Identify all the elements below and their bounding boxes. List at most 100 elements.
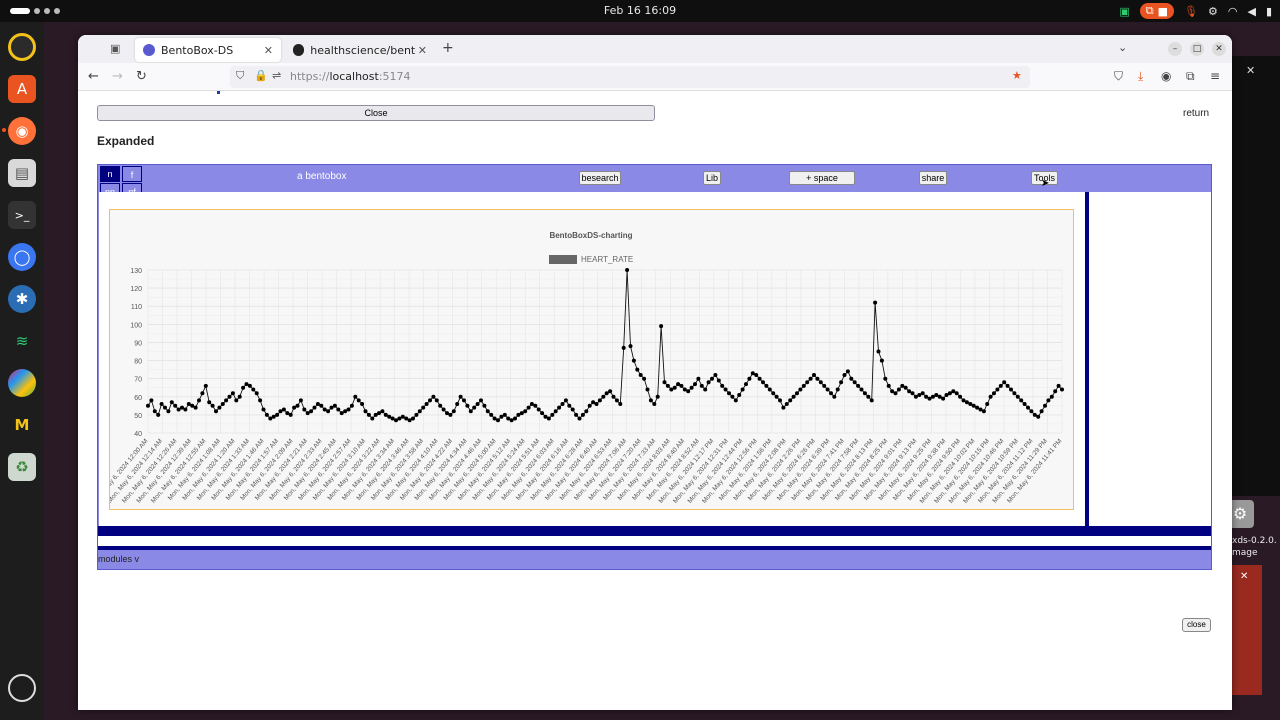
data-point <box>244 382 249 387</box>
show-apps-icon[interactable] <box>8 674 36 702</box>
app-indicator-icon[interactable]: ▣ <box>1119 5 1129 18</box>
tab-bentobox[interactable]: BentoBox-DS ✕ <box>135 38 281 62</box>
trash-icon[interactable]: ♻ <box>8 453 36 481</box>
app-green-icon[interactable]: ≋ <box>8 327 36 355</box>
account-icon[interactable]: ◉ <box>1161 69 1171 83</box>
bookmark-star-icon[interactable]: ★ <box>1012 69 1022 82</box>
y-tick-label: 70 <box>134 377 142 384</box>
data-point <box>1049 394 1054 399</box>
data-point <box>710 376 714 381</box>
data-point <box>380 409 385 414</box>
data-point <box>492 416 497 421</box>
terminal-icon[interactable]: >_ <box>8 201 36 229</box>
modules-toggle[interactable]: modules v <box>98 554 139 564</box>
close-button[interactable]: Close <box>97 105 655 121</box>
data-point <box>740 387 745 392</box>
menu-icon[interactable]: ≡ <box>1210 69 1220 83</box>
back-icon[interactable]: ← <box>88 69 99 84</box>
tab-overview-icon[interactable]: ▣ <box>110 42 120 55</box>
bentobox-title: a bentobox <box>297 171 347 182</box>
data-point <box>920 391 925 396</box>
data-point <box>146 403 150 408</box>
forward-icon[interactable]: → <box>112 69 123 84</box>
data-point <box>536 407 541 412</box>
data-point <box>852 380 857 385</box>
data-point <box>638 373 643 377</box>
slack-icon[interactable] <box>8 369 36 397</box>
data-point <box>978 407 983 412</box>
data-point <box>580 412 585 417</box>
data-point <box>533 403 538 408</box>
close-icon[interactable]: ✕ <box>1240 571 1248 582</box>
files-icon[interactable]: ▤ <box>8 159 36 187</box>
vscode-icon[interactable]: ✱ <box>8 285 36 313</box>
close-small-button[interactable]: close <box>1182 618 1211 632</box>
rhythmbox-icon[interactable] <box>8 33 36 61</box>
downloads-icon[interactable]: ⤓ <box>1138 69 1143 84</box>
network-icon[interactable]: ⚙ <box>1208 5 1218 18</box>
data-point <box>781 405 786 410</box>
list-tabs-icon[interactable]: ⌄ <box>1118 41 1127 54</box>
close-icon[interactable]: ✕ <box>1246 64 1255 77</box>
app-center-icon[interactable]: A <box>8 75 36 103</box>
close-window-icon[interactable]: ✕ <box>1212 42 1226 56</box>
data-point <box>917 393 922 397</box>
battery-icon[interactable]: ▮ <box>1266 5 1272 18</box>
data-point <box>686 389 691 394</box>
grid-button-f[interactable]: f <box>122 166 142 182</box>
scrolled-content-edge <box>217 91 220 94</box>
firefox-window: ▣ BentoBox-DS ✕ healthscience/bentoboxd … <box>78 35 1232 710</box>
data-point <box>1022 402 1027 406</box>
share-button[interactable]: share <box>919 171 947 185</box>
reload-icon[interactable]: ↻ <box>136 69 147 84</box>
close-tab-icon[interactable]: ✕ <box>264 44 273 57</box>
volume-icon[interactable]: ◀ <box>1247 5 1255 18</box>
data-point <box>757 376 762 381</box>
address-bar[interactable]: ⛉ 🔒 ⇌ https://localhost:5174 ★ <box>230 66 1030 88</box>
microphone-icon[interactable]: 🎙 <box>1184 5 1198 18</box>
permissions-icon[interactable]: ⇌ <box>272 69 281 82</box>
data-point <box>315 402 320 406</box>
data-point <box>190 403 195 408</box>
system-tray[interactable]: ▣ ⧉ ■ 🎙 ⚙ ◠ ◀ ▮ <box>1119 3 1272 19</box>
wifi-icon[interactable]: ◠ <box>1228 5 1238 18</box>
return-link[interactable]: return <box>1183 108 1209 119</box>
lib-button[interactable]: Lib <box>703 171 721 185</box>
screen-record-indicator[interactable]: ⧉ ■ <box>1139 3 1175 19</box>
maximize-icon[interactable]: □ <box>1190 42 1204 56</box>
data-point <box>197 398 201 403</box>
data-point <box>329 405 334 410</box>
minimize-icon[interactable]: – <box>1168 42 1182 56</box>
data-point <box>489 412 494 417</box>
lock-icon[interactable]: 🔒 <box>254 69 268 82</box>
legend-swatch[interactable] <box>549 255 577 264</box>
data-point <box>822 383 827 388</box>
y-tick-label: 50 <box>134 413 142 420</box>
data-point <box>268 416 273 421</box>
data-point <box>849 376 854 381</box>
add-space-button[interactable]: + space <box>789 171 855 185</box>
tab-github[interactable]: healthscience/bentoboxd ✕ <box>285 38 435 62</box>
data-point <box>679 383 684 388</box>
data-point <box>788 398 793 403</box>
data-point <box>927 396 932 401</box>
legend-label[interactable]: HEART_RATE <box>581 255 633 264</box>
firefox-icon[interactable]: ◉ <box>8 117 36 145</box>
system-clock[interactable]: Feb 16 16:09 <box>0 4 1280 17</box>
pocket-icon[interactable]: ⛉ <box>1114 69 1123 84</box>
data-point <box>1036 414 1041 419</box>
shield-icon[interactable]: ⛉ <box>236 69 244 83</box>
url-text[interactable]: https://localhost:5174 <box>290 70 411 83</box>
data-point <box>400 414 405 419</box>
data-point <box>234 398 239 403</box>
data-point <box>930 394 935 399</box>
data-point <box>523 409 528 414</box>
grid-button-n[interactable]: n <box>100 166 120 182</box>
github-favicon <box>293 44 305 56</box>
app-m-icon[interactable]: M <box>8 411 36 439</box>
close-tab-icon[interactable]: ✕ <box>418 44 427 57</box>
extensions-icon[interactable]: ⧉ <box>1186 69 1195 84</box>
besearch-button[interactable]: besearch <box>579 171 621 185</box>
signal-icon[interactable]: ◯ <box>8 243 36 271</box>
new-tab-icon[interactable]: + <box>442 40 454 56</box>
